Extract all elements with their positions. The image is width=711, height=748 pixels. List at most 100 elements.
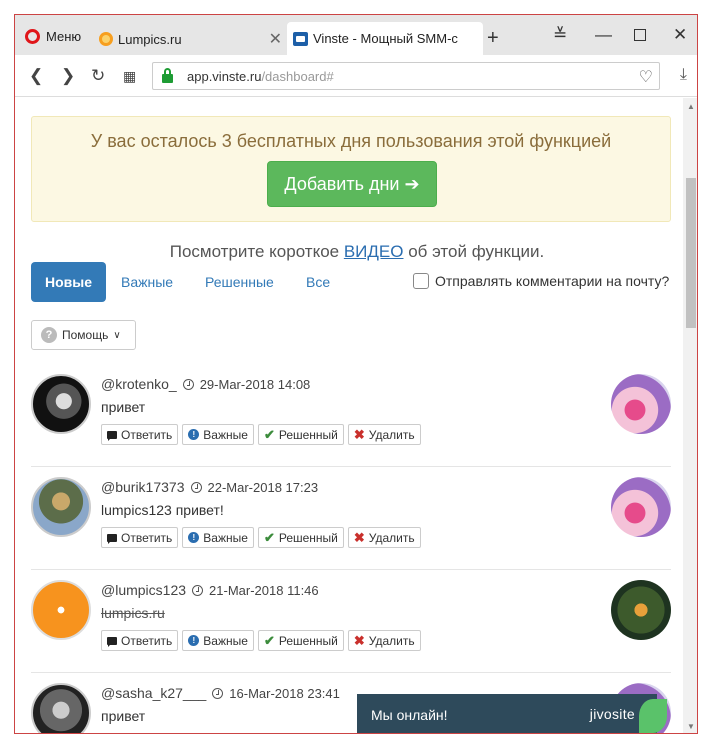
new-tab-button[interactable]: + [487,27,499,50]
comment-icon [107,430,117,441]
download-icon[interactable]: ⤓ [680,66,687,84]
maximize-icon[interactable] [634,29,646,41]
delete-button[interactable]: ✖ Удалить [347,424,421,445]
comment-text: привет [101,708,146,724]
clock-icon [192,584,204,596]
bookmark-heart-icon[interactable]: ♡ [639,67,653,87]
lumpics-favicon-icon [99,32,113,46]
close-window-icon[interactable]: ✕ [673,25,687,45]
delete-label: Удалить [368,427,415,442]
comment-text: lumpics.ru [101,605,165,621]
email-notify-checkbox[interactable] [413,273,429,289]
url-path: /dashboard# [261,68,334,84]
resolved-button[interactable]: ✔Решенный [257,630,344,651]
scroll-thumb[interactable] [686,178,696,328]
comment-username[interactable]: @lumpics123 [101,582,186,598]
video-text-after: об этой функции. [403,242,545,261]
user-avatar[interactable] [31,683,91,733]
reply-button[interactable]: Ответить [101,733,178,734]
chevron-down-icon: ∨ [113,329,121,341]
important-button[interactable]: !Важные [182,733,254,734]
delete-icon: ✖ [353,632,365,648]
tab-resolved[interactable]: Решенные [205,262,274,302]
comment-date: 22-Mar-2018 17:23 [207,479,319,495]
delete-icon: ✖ [353,529,365,545]
reply-button[interactable]: Ответить [101,424,179,445]
add-days-button[interactable]: Добавить дни ➔ [267,161,437,207]
tab-all[interactable]: Все [306,262,330,302]
chat-status: Мы онлайн! [371,706,448,723]
forward-icon[interactable]: ❯ [61,66,75,86]
url-text: app.vinste.ru/dashboard# [187,69,334,84]
reload-icon[interactable]: ↻ [91,66,105,86]
comment-item: @lumpics123 21-Mar-2018 11:46 lumpics.ru… [31,570,671,673]
comment-item: @burik17373 22-Mar-2018 17:23 lumpics123… [31,467,671,570]
video-link[interactable]: ВИДЕО [344,242,404,261]
comment-username[interactable]: @krotenko_ [101,376,177,392]
page-scrollbar[interactable]: ▲ ▼ [683,98,697,733]
chat-leaf-icon [639,699,667,733]
opera-menu-button[interactable]: Меню [25,27,81,45]
minimize-icon[interactable]: — [595,25,612,45]
back-icon[interactable]: ❮ [29,66,43,86]
info-icon: ! [188,532,200,543]
important-button[interactable]: !Важные [182,527,254,548]
trial-notice: У вас осталось 3 бесплатных дня пользова… [31,116,671,222]
resolved-button[interactable]: ✔Решенный [258,733,344,734]
comment-actions: Ответить !Важные ✔Решенный [101,733,344,734]
comment-username[interactable]: @sasha_k27___ [101,685,206,701]
tab-title: Vinste - Мощный SMM-с [313,31,458,46]
resolved-button[interactable]: ✔Решенный [257,527,344,548]
email-notify-label: Отправлять комментарии на почту? [435,273,670,289]
tab-vinste[interactable]: Vinste - Мощный SMM-с [287,22,483,55]
resolved-label: Решенный [278,633,338,648]
tab-important[interactable]: Важные [121,262,173,302]
comment-item: @krotenko_ 29-Mar-2018 14:08 привет Отве… [31,364,671,467]
tab-new[interactable]: Новые [31,262,107,302]
user-avatar[interactable] [31,374,91,434]
scroll-up-icon[interactable]: ▲ [687,102,695,111]
live-chat-widget[interactable]: Мы онлайн! jivosite [357,694,667,733]
tab-title: Lumpics.ru [118,31,182,47]
comment-text: привет [101,399,146,415]
comment-text: lumpics123 привет! [101,502,224,518]
resolved-button[interactable]: ✔Решенный [257,424,344,445]
delete-button[interactable]: ✖ Удалить [347,527,421,548]
page-content: У вас осталось 3 бесплатных дня пользова… [15,98,683,734]
comment-header: @burik17373 22-Mar-2018 17:23 [101,479,318,495]
delete-button[interactable]: ✖ Удалить [347,630,421,651]
important-label: Важные [203,530,248,545]
post-thumbnail[interactable] [611,477,671,537]
post-thumbnail[interactable] [611,580,671,640]
tab-lumpics[interactable]: Lumpics.ru ✕ [99,27,282,51]
important-button[interactable]: !Важные [182,630,254,651]
email-notify-option[interactable]: Отправлять комментарии на почту? [413,273,669,289]
post-thumbnail[interactable] [611,374,671,434]
delete-label: Удалить [368,633,415,648]
speed-dial-icon[interactable]: ▦ [123,68,136,85]
comment-filters: Новые Важные Решенные Все Отправлять ком… [31,262,683,302]
reply-button[interactable]: Ответить [101,630,179,651]
tab-bar: Меню Lumpics.ru ✕ Vinste - Мощный SMM-с … [15,15,697,55]
reply-button[interactable]: Ответить [101,527,179,548]
browser-window: Меню Lumpics.ru ✕ Vinste - Мощный SMM-с … [14,14,698,734]
important-button[interactable]: !Важные [182,424,254,445]
comment-header: @lumpics123 21-Mar-2018 11:46 [101,582,319,598]
tab-menu-icon[interactable]: ≚ [553,25,567,45]
url-field[interactable]: app.vinste.ru/dashboard# ♡ [152,62,660,90]
comment-username[interactable]: @burik17373 [101,479,185,495]
user-avatar[interactable] [31,580,91,640]
help-button[interactable]: ? Помощь ∨ [31,320,136,350]
jivosite-logo: jivosite [589,706,635,722]
comment-header: @krotenko_ 29-Mar-2018 14:08 [101,376,310,392]
close-tab-icon[interactable]: ✕ [269,29,282,49]
scroll-down-icon[interactable]: ▼ [687,722,695,731]
user-avatar[interactable] [31,477,91,537]
trial-message: У вас осталось 3 бесплатных дня пользова… [90,131,612,151]
video-text-before: Посмотрите короткое [169,242,344,261]
comment-actions: Ответить ! Важные ✔ Решенный ✖ Удалить [101,527,421,548]
menu-label: Меню [46,28,82,44]
delete-icon: ✖ [353,426,365,442]
comment-actions: Ответить ! Важные ✔ Решенный ✖ Удалить [101,424,421,445]
secure-lock-icon [162,68,173,83]
